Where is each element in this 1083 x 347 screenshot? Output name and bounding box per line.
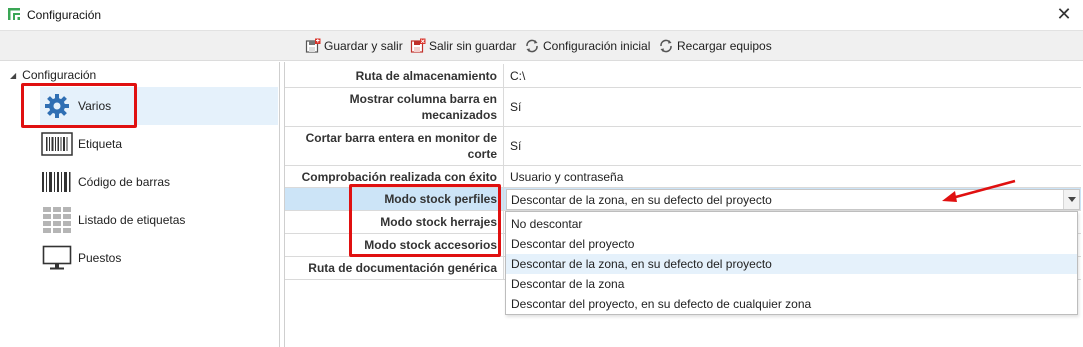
exit-no-save-button[interactable]: Salir sin guardar (410, 37, 516, 55)
app-icon (8, 8, 20, 20)
monitor-icon (40, 243, 74, 273)
property-name: Cortar barra entera en monitor de corte (285, 127, 504, 165)
config-tree: ◢ Configuración Varios Etiqueta Código d… (0, 62, 280, 347)
property-value[interactable]: Usuario y contraseña (510, 166, 623, 187)
property-name: Mostrar columna barra en mecanizados (285, 88, 504, 126)
property-name: Ruta de documentación genérica (285, 257, 504, 279)
refresh-icon (526, 39, 538, 53)
tree-item-listado-etiquetas[interactable]: Listado de etiquetas (40, 201, 278, 239)
property-row[interactable]: Mostrar columna barra en mecanizados Sí (285, 88, 1081, 127)
title-bar: Configuración ✕ (0, 0, 1083, 30)
tree-root[interactable]: ◢ Configuración (10, 68, 96, 82)
tree-item-label: Código de barras (78, 175, 171, 189)
dropdown-option-highlighted[interactable]: Descontar de la zona, en su defecto del … (506, 254, 1077, 274)
chevron-down-icon (1067, 197, 1076, 202)
toolbar: Guardar y salir Salir sin guardar Config… (0, 30, 1083, 61)
label-icon (40, 129, 74, 159)
initial-config-button[interactable]: Configuración inicial (524, 37, 650, 55)
property-name: Modo stock herrajes (285, 211, 504, 233)
stock-mode-dropdown-list: No descontar Descontar del proyecto Desc… (505, 211, 1078, 315)
property-value[interactable]: C:\ (510, 64, 525, 87)
gear-icon (40, 91, 74, 121)
combobox-value: Descontar de la zona, en su defecto del … (511, 192, 772, 207)
tree-item-puestos[interactable]: Puestos (40, 239, 278, 277)
tree-item-label: Etiqueta (78, 137, 123, 151)
dropdown-option[interactable]: Descontar de la zona (506, 274, 1077, 294)
collapse-arrow-icon[interactable]: ◢ (10, 71, 16, 80)
dropdown-option[interactable]: No descontar (506, 214, 1077, 234)
refresh-icon (660, 39, 672, 53)
property-name: Ruta de almacenamiento (285, 64, 504, 87)
property-row[interactable]: Comprobación realizada con éxito Usuario… (285, 166, 1081, 188)
property-row[interactable]: Cortar barra entera en monitor de corte … (285, 127, 1081, 166)
label-list-icon (40, 205, 74, 235)
save-exit-label: Guardar y salir (324, 39, 403, 53)
discard-icon (410, 38, 426, 53)
reload-equipment-button[interactable]: Recargar equipos (658, 37, 772, 55)
property-name: Modo stock accesorios (285, 234, 504, 256)
dropdown-option[interactable]: Descontar del proyecto (506, 234, 1077, 254)
initial-config-label: Configuración inicial (543, 39, 651, 53)
tree-item-label: Varios (78, 99, 112, 113)
save-exit-button[interactable]: Guardar y salir (305, 37, 403, 55)
dropdown-option[interactable]: Descontar del proyecto, en su defecto de… (506, 294, 1077, 314)
tree-item-varios[interactable]: Varios (40, 87, 278, 125)
tree-item-label: Listado de etiquetas (78, 213, 186, 227)
close-icon: ✕ (1056, 4, 1072, 24)
stock-mode-combobox[interactable]: Descontar de la zona, en su defecto del … (506, 189, 1080, 210)
exit-no-save-label: Salir sin guardar (429, 39, 517, 53)
property-name: Modo stock perfiles (285, 188, 504, 210)
window-title: Configuración (27, 8, 102, 22)
dropdown-arrow-button[interactable] (1063, 190, 1079, 209)
property-row-selected[interactable]: Modo stock perfiles Descontar de la zona… (285, 188, 1081, 211)
tree-root-label: Configuración (22, 68, 97, 82)
save-icon (305, 38, 321, 53)
tree-item-etiqueta[interactable]: Etiqueta (40, 125, 278, 163)
property-value[interactable]: Sí (510, 127, 521, 165)
close-button[interactable]: ✕ (1052, 3, 1076, 25)
reload-equipment-label: Recargar equipos (677, 39, 772, 53)
tree-item-label: Puestos (78, 251, 122, 265)
property-value[interactable]: Sí (510, 88, 521, 126)
tree-item-codigo-barras[interactable]: Código de barras (40, 163, 278, 201)
property-row[interactable]: Ruta de almacenamiento C:\ (285, 64, 1081, 88)
property-name: Comprobación realizada con éxito (285, 166, 504, 187)
barcode-icon (40, 167, 74, 197)
